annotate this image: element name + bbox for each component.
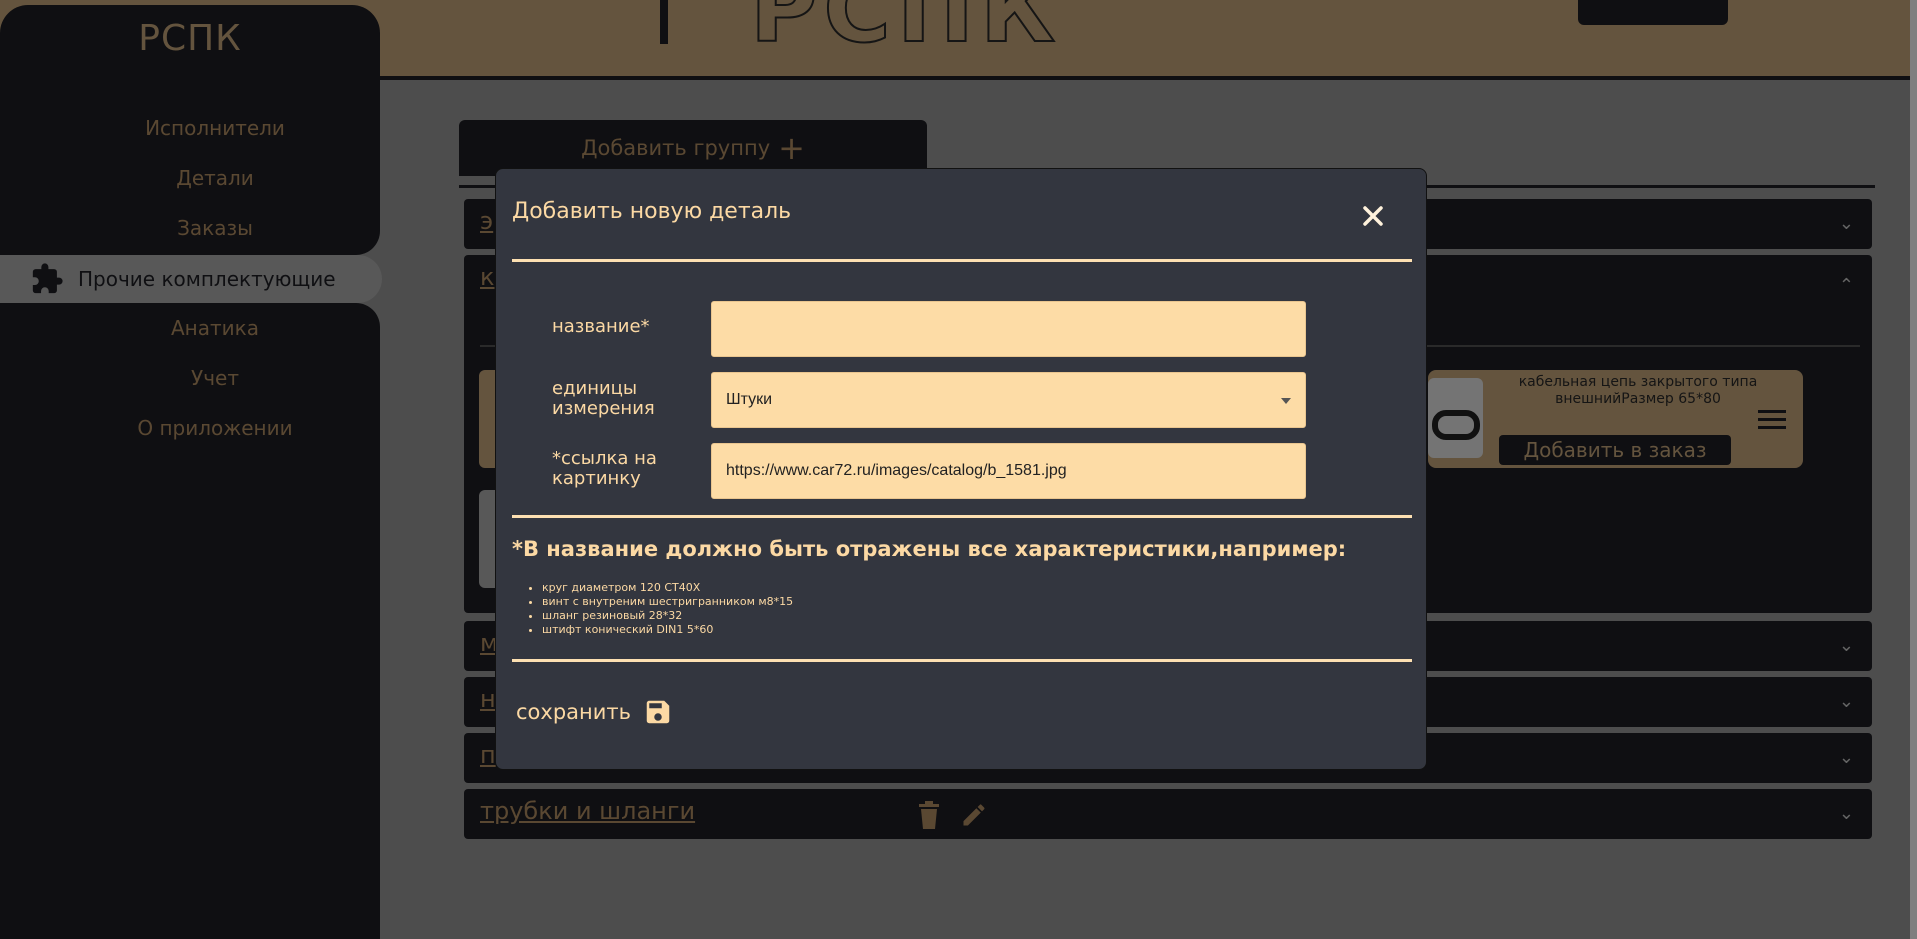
save-button[interactable]: сохранить — [516, 697, 673, 727]
units-label: единицы измерения — [552, 379, 655, 419]
list-item: круг диаметром 120 СТ40Х — [542, 581, 793, 595]
image-label-line2: картинку — [552, 468, 641, 489]
modal-divider-bottom — [512, 659, 1412, 662]
add-part-modal: Добавить новую деталь название* единицы … — [495, 168, 1427, 770]
name-label: название* — [552, 316, 650, 337]
modal-divider-top — [512, 259, 1412, 262]
hint-list: круг диаметром 120 СТ40Х винт с внутрени… — [542, 581, 793, 637]
modal-divider-middle — [512, 515, 1412, 518]
units-select-value: Штуки — [726, 391, 773, 408]
hint-title: *В название должно быть отражены все хар… — [512, 537, 1347, 561]
image-label-line1: *ссылка на — [552, 448, 657, 469]
units-label-line2: измерения — [552, 398, 655, 419]
modal-title: Добавить новую деталь — [512, 199, 792, 224]
list-item: штифт конический DIN1 5*60 — [542, 623, 793, 637]
list-item: винт с внутреним шестригранником м8*15 — [542, 595, 793, 609]
caret-down-icon — [1281, 398, 1291, 404]
close-icon[interactable] — [1356, 199, 1390, 233]
image-link-input[interactable] — [711, 443, 1306, 499]
list-item: шланг резиновый 28*32 — [542, 609, 793, 623]
name-input[interactable] — [711, 301, 1306, 357]
floppy-disk-icon — [646, 700, 670, 724]
units-select[interactable]: Штуки — [711, 372, 1306, 428]
image-link-label: *ссылка на картинку — [552, 449, 657, 489]
save-label: сохранить — [516, 700, 632, 724]
units-label-line1: единицы — [552, 378, 638, 399]
